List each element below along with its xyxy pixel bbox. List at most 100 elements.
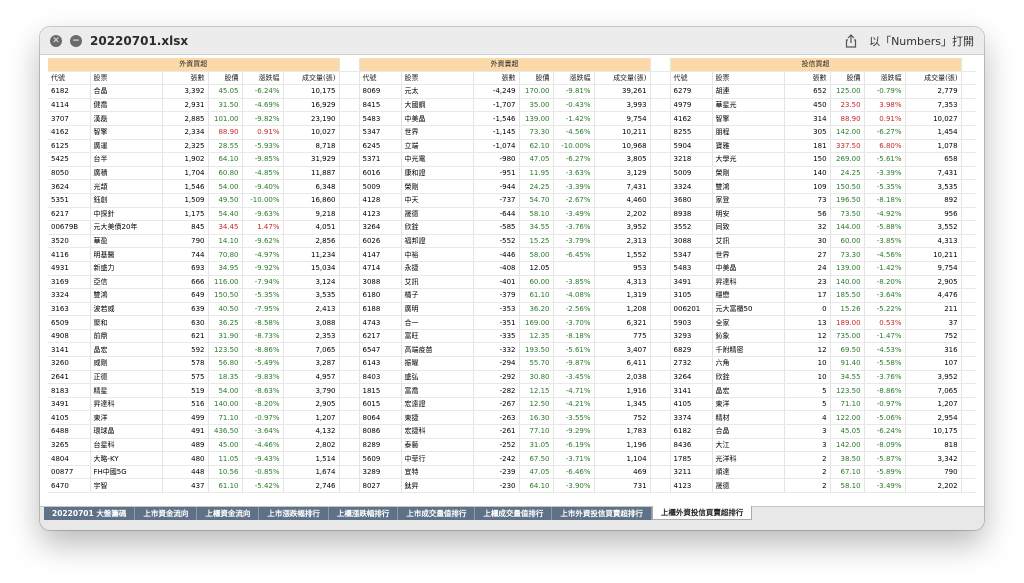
gap-cell[interactable] xyxy=(339,125,360,140)
gap-cell[interactable] xyxy=(961,220,976,235)
gap-cell[interactable] xyxy=(650,139,671,154)
table-cell[interactable]: -239 xyxy=(473,465,520,480)
table-cell[interactable]: 122.00 xyxy=(830,410,865,426)
table-cell[interactable]: 6,321 xyxy=(594,315,651,330)
table-cell[interactable]: 漢磊 xyxy=(90,111,163,126)
gap-cell[interactable] xyxy=(650,234,671,249)
table-cell[interactable]: 立端 xyxy=(401,139,474,154)
gap-cell[interactable] xyxy=(650,220,671,235)
table-cell[interactable]: 436.50 xyxy=(208,424,243,439)
table-cell[interactable]: -292 xyxy=(473,370,520,385)
gap-cell[interactable] xyxy=(339,397,360,412)
table-cell[interactable]: 3,088 xyxy=(283,315,340,330)
table-cell[interactable]: 晶宏 xyxy=(712,383,785,398)
table-cell[interactable]: 2641 xyxy=(48,370,91,385)
table-cell[interactable]: 4,476 xyxy=(905,288,962,303)
table-cell[interactable]: 10,175 xyxy=(283,84,340,99)
table-cell[interactable]: 3 xyxy=(784,424,831,439)
table-cell[interactable]: 11.05 xyxy=(208,451,243,466)
sheet-tab[interactable]: 上櫃資金流向 xyxy=(197,507,260,520)
table-cell[interactable]: 36.25 xyxy=(208,315,243,330)
table-cell[interactable]: 6488 xyxy=(48,424,91,439)
column-header[interactable]: 代號 xyxy=(48,71,91,86)
table-cell[interactable]: 亞信 xyxy=(90,275,163,290)
table-cell[interactable]: 1,514 xyxy=(283,451,340,466)
table-cell[interactable]: 健喬 xyxy=(90,98,163,113)
table-cell[interactable]: 3141 xyxy=(670,383,713,398)
table-cell[interactable]: -10.00% xyxy=(553,139,595,154)
table-cell[interactable]: -8.73% xyxy=(242,329,284,344)
table-cell[interactable]: 150 xyxy=(784,152,831,167)
table-cell[interactable]: 5009 xyxy=(359,179,402,194)
table-cell[interactable]: 3,535 xyxy=(283,288,340,303)
table-cell[interactable]: -4.53% xyxy=(864,342,906,358)
table-cell[interactable]: -1.42% xyxy=(553,111,595,126)
table-cell[interactable]: -0.79% xyxy=(864,84,906,99)
table-cell[interactable]: 4908 xyxy=(48,329,91,344)
table-cell[interactable]: 34.55 xyxy=(519,220,554,235)
table-cell[interactable]: -980 xyxy=(473,152,520,167)
table-cell[interactable]: 11.95 xyxy=(519,166,554,181)
table-cell[interactable]: -5.42% xyxy=(242,478,284,493)
gap-cell[interactable] xyxy=(339,356,360,371)
table-cell[interactable]: 智擎 xyxy=(712,111,785,126)
table-cell[interactable]: 34.45 xyxy=(208,220,243,235)
table-cell[interactable]: 1,916 xyxy=(594,383,651,398)
table-cell[interactable]: 2,413 xyxy=(283,302,340,317)
table-cell[interactable]: 744 xyxy=(162,247,209,262)
table-cell[interactable]: 欣銓 xyxy=(401,220,474,235)
table-cell[interactable]: 6470 xyxy=(48,478,91,493)
table-cell[interactable]: 9,754 xyxy=(594,111,651,126)
table-cell[interactable]: -6.46% xyxy=(553,465,595,480)
table-cell[interactable]: 56.80 xyxy=(208,356,243,371)
table-cell[interactable]: 3,952 xyxy=(905,370,962,385)
table-cell[interactable]: -3.64% xyxy=(242,424,284,439)
table-cell[interactable]: 4123 xyxy=(670,478,713,493)
section-title[interactable]: 外資賣超 xyxy=(359,58,651,72)
table-cell[interactable]: -242 xyxy=(473,451,520,466)
table-cell[interactable]: 10,211 xyxy=(594,125,651,140)
table-cell[interactable]: 9,218 xyxy=(283,207,340,222)
table-cell[interactable]: 6026 xyxy=(359,234,402,249)
table-cell[interactable]: 宏捷科 xyxy=(401,424,474,439)
table-cell[interactable]: 73.50 xyxy=(830,207,865,222)
table-cell[interactable]: 3105 xyxy=(670,288,713,303)
table-cell[interactable]: 32 xyxy=(784,220,831,235)
table-cell[interactable]: 1,783 xyxy=(594,424,651,439)
table-cell[interactable]: -252 xyxy=(473,438,520,453)
table-cell[interactable]: 4,313 xyxy=(594,275,651,290)
table-cell[interactable]: 10.56 xyxy=(208,465,243,480)
table-cell[interactable]: 1,207 xyxy=(905,397,962,412)
table-cell[interactable]: 4 xyxy=(784,410,831,426)
table-cell[interactable]: -0.43% xyxy=(553,98,595,113)
table-cell[interactable]: -267 xyxy=(473,397,520,412)
table-cell[interactable]: -8.09% xyxy=(864,438,906,453)
table-cell[interactable]: 64.10 xyxy=(519,478,554,493)
table-cell[interactable]: 中美晶 xyxy=(401,111,474,126)
table-cell[interactable]: -3.63% xyxy=(553,166,595,181)
open-with-numbers-button[interactable]: 以「Numbers」打開 xyxy=(869,33,974,49)
table-cell[interactable]: 台半 xyxy=(90,152,163,167)
table-cell[interactable]: 31.90 xyxy=(208,329,243,344)
table-cell[interactable]: 23,190 xyxy=(283,111,340,126)
table-cell[interactable]: 16,929 xyxy=(283,98,340,113)
table-cell[interactable]: -2.56% xyxy=(553,302,595,317)
table-cell[interactable]: 8086 xyxy=(359,424,402,439)
gap-cell[interactable] xyxy=(339,247,360,262)
sheet-tab[interactable]: 20220701 大盤籌碼 xyxy=(44,507,136,520)
table-cell[interactable]: 23.50 xyxy=(830,98,865,113)
table-cell[interactable]: -4.69% xyxy=(242,98,284,113)
table-cell[interactable]: 144.00 xyxy=(830,220,865,235)
table-cell[interactable]: 元大富櫃50 xyxy=(712,302,785,317)
table-cell[interactable]: -5.06% xyxy=(864,410,906,426)
table-cell[interactable]: 469 xyxy=(594,465,651,480)
table-cell[interactable]: -351 xyxy=(473,315,520,330)
table-cell[interactable]: 3,342 xyxy=(905,451,962,466)
table-cell[interactable]: 6180 xyxy=(359,288,402,303)
table-cell[interactable]: 4743 xyxy=(359,315,402,330)
table-cell[interactable]: 3088 xyxy=(670,234,713,249)
table-cell[interactable]: 5371 xyxy=(359,152,402,167)
table-cell[interactable]: 2 xyxy=(784,465,831,480)
table-cell[interactable]: 盛弘 xyxy=(401,370,474,385)
column-header[interactable]: 成交量(張) xyxy=(283,71,340,86)
